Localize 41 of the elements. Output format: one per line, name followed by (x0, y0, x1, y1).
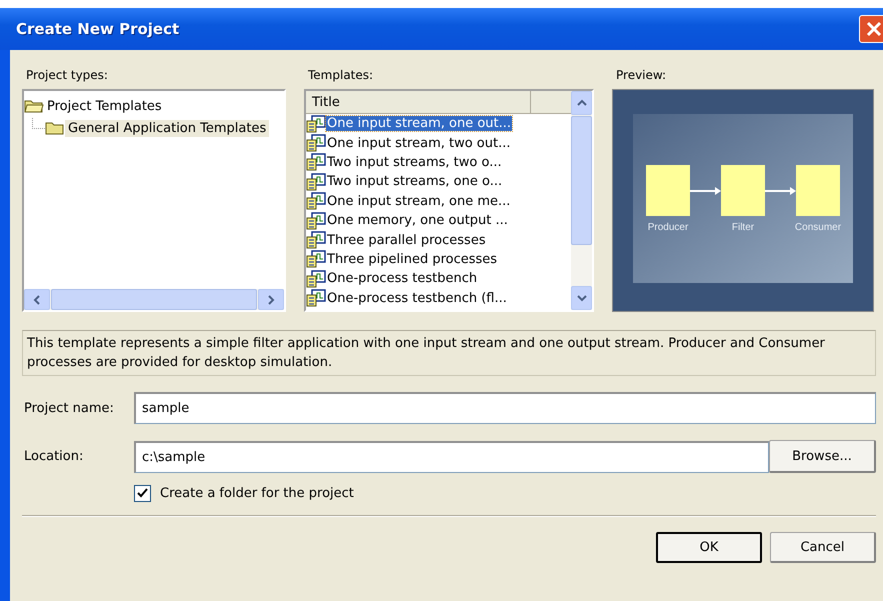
location-field[interactable]: c:\sample (134, 440, 769, 472)
close-icon (865, 20, 883, 38)
template-item[interactable]: Three pipelined processes (326, 252, 498, 267)
arrow-icon (690, 186, 722, 194)
template-item[interactable]: One memory, one output ... (326, 213, 509, 228)
arrow-icon (764, 186, 796, 194)
preview-label: Preview: (615, 68, 668, 82)
process-label: Filter (732, 222, 754, 232)
tree-item[interactable]: General Application Templates (65, 120, 270, 136)
process-block (721, 164, 765, 216)
ok-button[interactable]: OK (656, 532, 762, 563)
process-block (796, 164, 840, 216)
template-item[interactable]: Three parallel processes (326, 232, 487, 248)
location-label: Location: (23, 449, 84, 464)
process-label: Consumer (794, 222, 842, 232)
folder-icon (45, 121, 65, 135)
project-types-label: Project types: (25, 68, 109, 82)
project-name-field[interactable]: sample (134, 392, 876, 424)
template-item[interactable]: One input stream, two out... (326, 136, 512, 151)
template-item[interactable]: One input stream, one me... (326, 194, 512, 209)
column-header[interactable]: Title (306, 91, 531, 113)
template-item[interactable]: Two input streams, two o... (326, 154, 503, 170)
process-label: Producer (648, 222, 688, 232)
vertical-scrollbar[interactable] (571, 91, 592, 310)
process-block (646, 164, 690, 216)
template-item[interactable]: One-process testbench (fl... (326, 290, 508, 306)
checkbox-label: Create a folder for the project (160, 486, 354, 501)
checkbox[interactable] (134, 485, 151, 502)
close-button[interactable] (859, 15, 883, 43)
template-item[interactable]: One-process testbench (326, 271, 478, 286)
browse-button[interactable]: Browse... (769, 440, 876, 473)
header-filler (531, 91, 571, 113)
template-item[interactable]: Two input streams, one o... (326, 174, 504, 190)
project-name-label: Project name: (23, 400, 115, 416)
template-item[interactable]: One input stream, one out... (326, 116, 512, 132)
horizontal-scrollbar[interactable] (24, 289, 284, 310)
cancel-button[interactable]: Cancel (770, 532, 876, 563)
templates-label: Templates: (307, 68, 374, 82)
description-text: This template represents a simple filter application with one input stream and one output stream. Producer and Consumer processes are provided for desktop simulation. (22, 330, 876, 376)
tree-item[interactable]: Project Templates (44, 98, 165, 114)
window-title: Create New Project (16, 20, 180, 38)
